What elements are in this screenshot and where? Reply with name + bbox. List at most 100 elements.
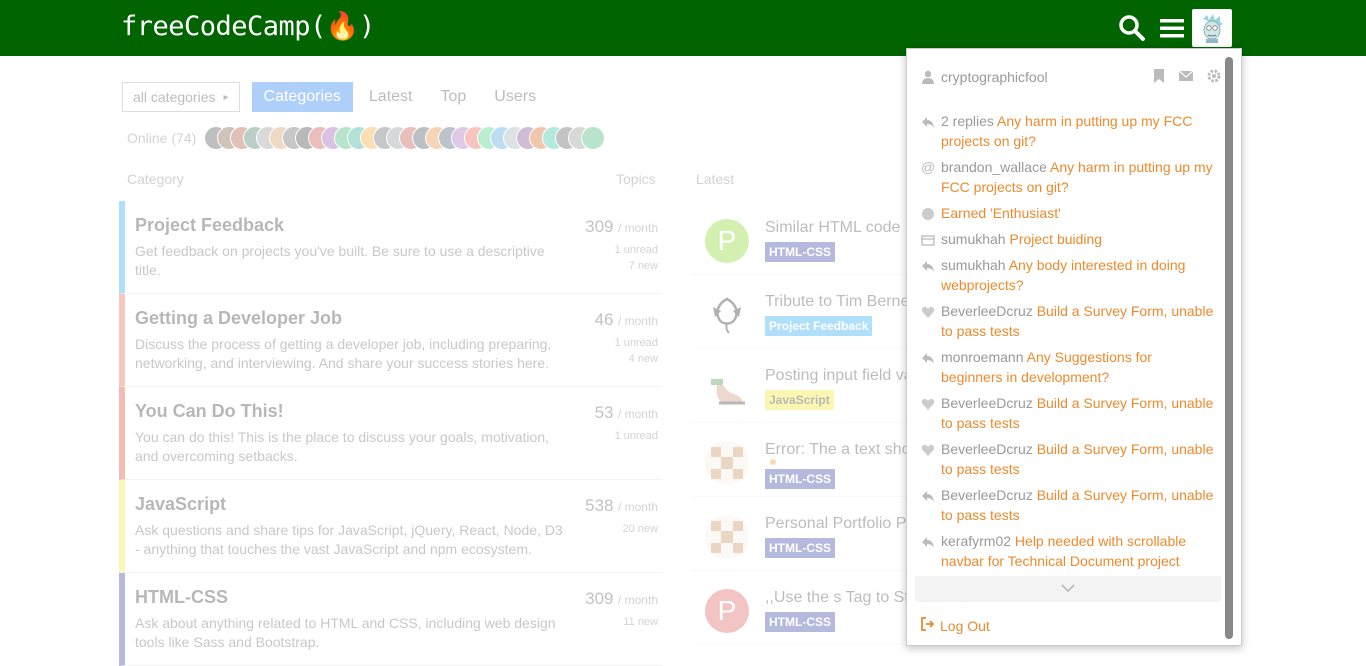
latest-topic-row[interactable]: Posting input field va JavaScript xyxy=(690,349,920,423)
topic-category-tag[interactable]: HTML-CSS xyxy=(765,612,835,632)
unread-count[interactable]: 1 unread xyxy=(595,430,658,442)
notification-item[interactable]: BeverleeDcruz Build a Survey Form, unabl… xyxy=(921,439,1217,479)
panel-user[interactable]: cryptographicfool xyxy=(921,69,1048,85)
topic-period: / month xyxy=(617,500,658,514)
notification-user: sumukhah xyxy=(941,257,1006,273)
topic-count: 309 xyxy=(585,217,614,236)
logout-button[interactable]: Log Out xyxy=(921,617,990,634)
notification-item[interactable]: @ brandon_wallace Any harm in putting up… xyxy=(921,157,1217,197)
user-avatar-button[interactable] xyxy=(1192,9,1232,47)
topic-title[interactable]: Posting input field va xyxy=(765,367,913,385)
topic-category-tag[interactable]: HTML-CSS xyxy=(765,538,835,558)
user-icon xyxy=(922,70,934,84)
envelope-icon[interactable] xyxy=(1178,69,1194,88)
tab-users[interactable]: Users xyxy=(482,82,548,112)
notification-item[interactable]: BeverleeDcruz Build a Survey Form, unabl… xyxy=(921,485,1217,525)
notification-item[interactable]: kerafyrm02 Help needed with scrollable n… xyxy=(921,531,1217,571)
new-count[interactable]: 4 new xyxy=(595,353,658,365)
heart-icon xyxy=(921,304,935,318)
show-more-button[interactable] xyxy=(915,576,1221,602)
reply-icon xyxy=(921,488,935,502)
category-row[interactable]: HTML-CSS Ask about anything related to H… xyxy=(119,573,662,666)
notification-item[interactable]: BeverleeDcruz Build a Survey Form, unabl… xyxy=(921,301,1217,341)
topic-category-tag[interactable]: Project Feedback xyxy=(765,316,873,336)
notification-user: BeverleeDcruz xyxy=(941,395,1033,411)
topic-title[interactable]: Similar HTML code xyxy=(765,219,900,237)
poster-avatar[interactable] xyxy=(705,515,749,559)
category-description: Ask questions and share tips for JavaScr… xyxy=(135,522,563,557)
notification-user: BeverleeDcruz xyxy=(941,441,1033,457)
category-row[interactable]: You Can Do This! You can do this! This i… xyxy=(119,387,662,480)
latest-topic-row[interactable]: P ,,Use the s Tag to St HTML-CSS xyxy=(690,571,920,645)
category-description: Ask about anything related to HTML and C… xyxy=(135,615,556,650)
notification-link[interactable]: Earned 'Enthusiast' xyxy=(941,205,1061,221)
topic-period: / month xyxy=(617,407,658,421)
category-dropdown[interactable]: all categories ▸ xyxy=(122,82,240,112)
topic-category-tag[interactable]: HTML-CSS xyxy=(765,469,835,489)
topic-period: / month xyxy=(617,314,658,328)
topic-title[interactable]: Tribute to Tim Berne xyxy=(765,293,909,311)
identicon-avatar-icon xyxy=(711,521,743,553)
category-name[interactable]: Getting a Developer Job xyxy=(135,308,652,329)
latest-topic-row[interactable]: P Similar HTML code HTML-CSS xyxy=(690,201,920,275)
notification-item[interactable]: Earned 'Enthusiast' xyxy=(921,203,1217,223)
category-row[interactable]: JavaScript Ask questions and share tips … xyxy=(119,480,662,573)
category-topic-count: 538 / month 20 new xyxy=(585,496,658,535)
hamburger-menu-icon[interactable] xyxy=(1159,14,1189,42)
heart-icon xyxy=(921,442,935,456)
reply-icon xyxy=(921,114,935,128)
latest-topic-row[interactable]: Personal Portfolio P HTML-CSS xyxy=(690,497,920,571)
notification-item[interactable]: sumukhah Project buiding xyxy=(921,229,1217,249)
topics-column-header: Topics xyxy=(616,171,656,187)
unread-count[interactable]: 1 unread xyxy=(585,244,658,256)
tab-latest[interactable]: Latest xyxy=(357,82,425,112)
notification-item[interactable]: sumukhah Any body interested in doing we… xyxy=(921,255,1217,295)
online-user-avatar[interactable] xyxy=(581,126,606,150)
online-label: Online (74) xyxy=(127,130,197,146)
new-count[interactable]: 20 new xyxy=(585,523,658,535)
topic-title[interactable]: Error: The a text sho xyxy=(765,441,911,459)
category-row[interactable]: Project Feedback Get feedback on project… xyxy=(119,201,662,294)
scrollbar-thumb[interactable] xyxy=(1225,57,1233,639)
panel-scrollbar[interactable] xyxy=(1225,57,1233,639)
bookmark-icon[interactable] xyxy=(1153,69,1165,88)
search-icon[interactable] xyxy=(1118,14,1148,42)
mention-icon: @ xyxy=(921,159,936,175)
tab-categories[interactable]: Categories xyxy=(251,82,353,112)
tab-top[interactable]: Top xyxy=(429,82,479,112)
notification-user: BeverleeDcruz xyxy=(941,303,1033,319)
notification-user: 2 replies xyxy=(941,113,994,129)
notification-link[interactable]: Project buiding xyxy=(1009,231,1102,247)
notification-user: sumukhah xyxy=(941,231,1006,247)
poster-avatar[interactable] xyxy=(705,441,749,485)
category-name[interactable]: HTML-CSS xyxy=(135,587,652,608)
topic-category-tag[interactable]: HTML-CSS xyxy=(765,242,835,262)
site-logo[interactable]: freeCodeCamp(🔥) xyxy=(121,10,375,42)
category-row[interactable]: Getting a Developer Job Discuss the proc… xyxy=(119,294,662,387)
category-list: Project Feedback Get feedback on project… xyxy=(119,201,662,666)
topic-title[interactable]: Personal Portfolio P xyxy=(765,515,906,533)
notification-item[interactable]: monroemann Any Suggestions for beginners… xyxy=(921,347,1217,387)
category-name[interactable]: You Can Do This! xyxy=(135,401,652,422)
gear-icon[interactable] xyxy=(1207,69,1221,88)
notification-item[interactable]: BeverleeDcruz Build a Survey Form, unabl… xyxy=(921,393,1217,433)
poster-avatar[interactable] xyxy=(705,367,749,411)
topic-category-tag[interactable]: JavaScript xyxy=(765,390,834,410)
poster-avatar[interactable] xyxy=(705,293,749,337)
new-count[interactable]: 7 new xyxy=(585,260,658,272)
category-topic-count: 53 / month 1 unread xyxy=(595,403,658,442)
poster-avatar[interactable]: P xyxy=(705,589,749,633)
topic-title[interactable]: ,,Use the s Tag to St xyxy=(765,589,909,607)
latest-topic-row[interactable]: Error: The a text sho HTML-CSS xyxy=(690,423,920,497)
topic-period: / month xyxy=(617,221,658,235)
category-name[interactable]: JavaScript xyxy=(135,494,652,515)
new-count[interactable]: 11 new xyxy=(585,616,658,628)
unread-count[interactable]: 1 unread xyxy=(595,337,658,349)
notification-item[interactable]: 2 replies Any harm in putting up my FCC … xyxy=(921,111,1217,151)
poster-avatar[interactable]: P xyxy=(705,219,749,263)
latest-topic-row[interactable]: Tribute to Tim Berne Project Feedback xyxy=(690,275,920,349)
notification-user: brandon_wallace xyxy=(941,159,1047,175)
category-nav: all categories ▸ Categories Latest Top U… xyxy=(122,82,552,112)
message-icon xyxy=(921,232,935,246)
category-name[interactable]: Project Feedback xyxy=(135,215,652,236)
